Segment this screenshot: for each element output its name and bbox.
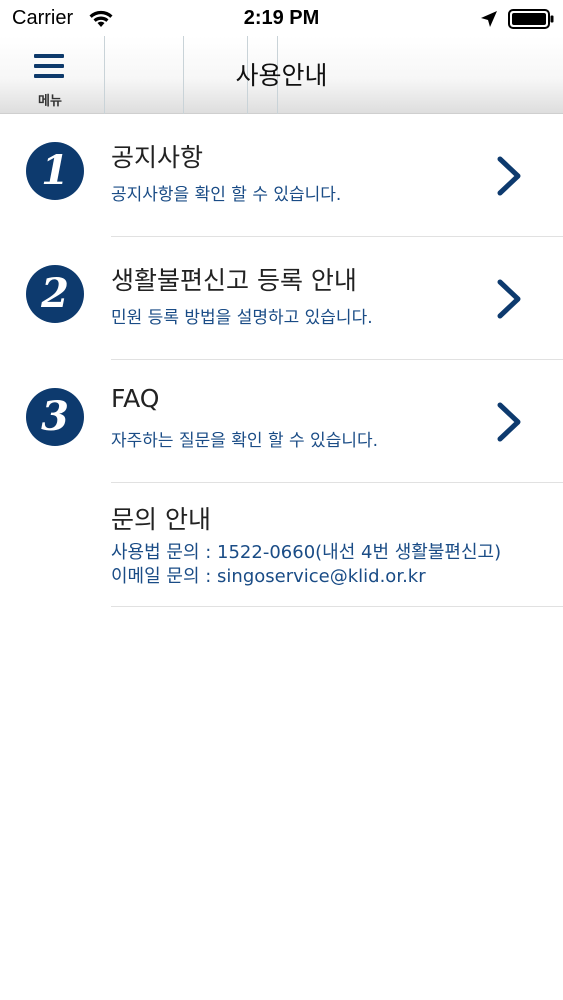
contact-info: 문의 안내 사용법 문의 : 1522-0660(내선 4번 생활불편신고) 이… [0,483,563,607]
item-title: 생활불편신고 등록 안내 [111,266,357,295]
divider [111,606,563,607]
number-2-icon: 2 [26,265,84,323]
guide-list: 1 공지사항 공지사항을 확인 할 수 있습니다. 2 생활불편신고 등록 안내… [0,114,563,607]
item-description: 자주하는 질문을 확인 할 수 있습니다. [111,431,379,451]
menu-label: 메뉴 [38,94,62,109]
item-description: 공지사항을 확인 할 수 있습니다. [111,185,342,205]
list-item-faq[interactable]: 3 FAQ 자주하는 질문을 확인 할 수 있습니다. [0,360,563,483]
chevron-right-icon[interactable] [493,277,525,321]
location-arrow-icon [481,11,497,27]
list-item-notice[interactable]: 1 공지사항 공지사항을 확인 할 수 있습니다. [0,114,563,237]
status-bar: Carrier 2:19 PM [0,0,563,36]
item-description: 민원 등록 방법을 설명하고 있습니다. [111,308,373,328]
list-item-registration-guide[interactable]: 2 생활불편신고 등록 안내 민원 등록 방법을 설명하고 있습니다. [0,237,563,360]
navigation-bar: 메뉴 사용안내 [0,36,563,114]
battery-icon [508,9,554,29]
number-1-icon: 1 [26,142,84,200]
chevron-right-icon[interactable] [493,400,525,444]
item-title: FAQ [111,384,160,413]
chevron-right-icon[interactable] [493,154,525,198]
contact-title: 문의 안내 [111,505,211,534]
item-title: 공지사항 [111,143,204,172]
page-title: 사용안내 [235,61,328,90]
phone-inquiry: 사용법 문의 : 1522-0660(내선 4번 생활불편신고) [111,542,502,563]
number-3-icon: 3 [26,388,84,446]
email-inquiry: 이메일 문의 : singoservice@klid.or.kr [111,566,426,587]
